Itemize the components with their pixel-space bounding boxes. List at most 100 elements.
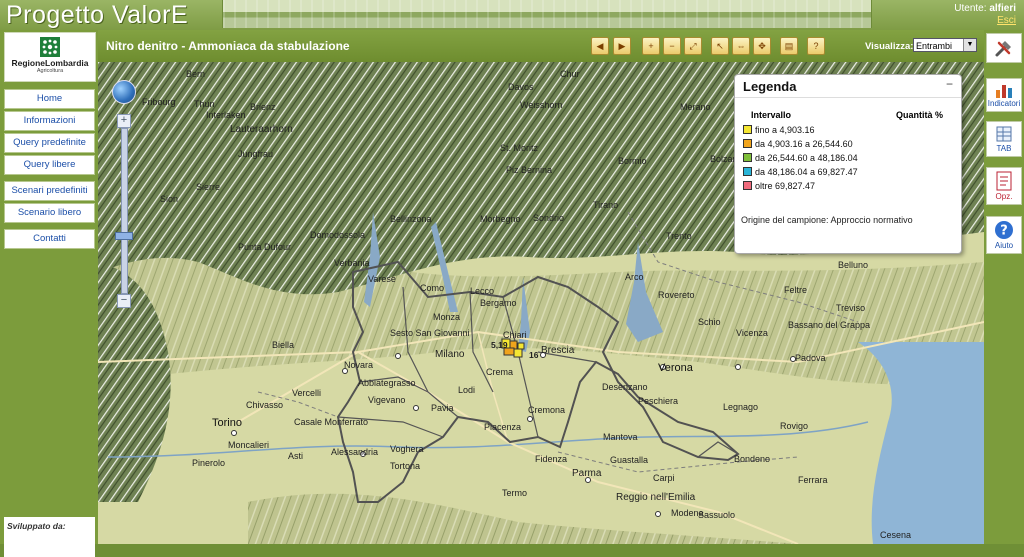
legend-column-interval: Intervallo <box>751 110 792 120</box>
place-label: Como <box>420 283 445 293</box>
svg-text:?: ? <box>1000 224 1008 239</box>
visualizza-selected-value: Entrambi <box>916 41 953 51</box>
opzioni-label: Opz. <box>995 192 1013 201</box>
legend-row: fino a 4,903.16 <box>743 125 815 135</box>
globe-icon[interactable] <box>112 80 136 104</box>
place-label: Lauteraarhorn <box>230 124 293 135</box>
legend-row-label: da 4,903.16 a 26,544.60 <box>755 139 853 149</box>
aiuto-button[interactable]: ? Aiuto <box>986 216 1022 254</box>
menu-item-scenari-predefiniti[interactable]: Scenari predefiniti <box>4 181 95 201</box>
indicatori-label: Indicatori <box>987 99 1021 108</box>
opzioni-button[interactable]: Opz. <box>986 167 1022 205</box>
view-titlebar: Nitro denitro - Ammoniaca da stabulazion… <box>98 30 984 62</box>
zoom-out-icon[interactable]: − <box>663 37 681 55</box>
legend-swatch <box>743 139 752 148</box>
menu-item-contatti[interactable]: Contatti <box>4 229 95 249</box>
place-label: Moncalieri <box>228 440 270 450</box>
menu-item-query-predefinite[interactable]: Query predefinite <box>4 133 95 153</box>
place-label: Bern <box>186 69 206 79</box>
view-title: Nitro denitro - Ammoniaca da stabulazion… <box>106 39 350 53</box>
place-label: Pinerolo <box>192 458 226 468</box>
data-value-label: 16 <box>529 350 539 360</box>
regione-lombardia-logo[interactable]: RegioneLombardia Agricoltura <box>4 32 96 82</box>
developer-credit: Sviluppato da: <box>4 517 95 557</box>
zoom-slider-track[interactable] <box>121 128 128 294</box>
place-label: Brescia <box>541 345 575 356</box>
place-label: Brienz <box>250 102 276 112</box>
measure-icon[interactable]: ⇔ <box>732 37 750 55</box>
place-label: Verona <box>658 362 693 374</box>
menu-item-home[interactable]: Home <box>4 89 95 109</box>
tools-button[interactable] <box>986 33 1022 63</box>
place-label: Varese <box>368 274 396 284</box>
chevron-down-icon[interactable]: ▼ <box>963 39 976 51</box>
place-label: Bellinzona <box>390 214 432 224</box>
app-title: Progetto ValorE <box>6 1 189 29</box>
place-label: Crema <box>486 367 514 377</box>
place-label: Fidenza <box>535 454 568 464</box>
place-label: Belluno <box>838 260 869 270</box>
legend-swatch <box>743 167 752 176</box>
table-icon <box>996 126 1012 142</box>
place-label: Chiari <box>503 330 527 340</box>
place-label: Schio <box>698 317 721 327</box>
collapse-icon[interactable]: − <box>946 77 953 91</box>
place-label: Tortona <box>390 461 421 471</box>
place-label: Bassano del Grappa <box>788 320 871 330</box>
help-icon[interactable]: ? <box>807 37 825 55</box>
legend-row: da 26,544.60 a 48,186.04 <box>743 153 858 163</box>
map-canvas[interactable]: Bern Fribourg Davos Chur Thun Brienz Int… <box>98 62 984 544</box>
place-label: Cesena <box>880 530 912 540</box>
visualizza-select[interactable]: Entrambi ▼ <box>913 38 977 52</box>
legend-origin-text: Origine del campione: Approccio normativ… <box>741 215 913 225</box>
place-label: Legnago <box>723 402 759 412</box>
place-label: Feltre <box>784 285 808 295</box>
back-icon[interactable]: ◀ <box>591 37 609 55</box>
data-value-label: 5,19 <box>491 340 508 350</box>
logo-name: RegioneLombardia <box>11 58 89 68</box>
menu-item-query-libere[interactable]: Query libere <box>4 155 95 175</box>
legend-row-label: fino a 4,903.16 <box>755 125 815 135</box>
legend-title: Legenda <box>743 79 797 94</box>
legend-row: da 4,903.16 a 26,544.60 <box>743 139 853 149</box>
select-arrow-icon[interactable]: ↖ <box>711 37 729 55</box>
user-area: Utente: alfieri Esci <box>954 3 1016 26</box>
zoom-slider-handle[interactable] <box>115 232 133 240</box>
place-label: Trento <box>666 231 692 241</box>
place-label: Termo <box>502 488 528 498</box>
tools-icon <box>995 41 1011 57</box>
place-label: Treviso <box>836 303 866 313</box>
place-label: Sion <box>160 194 179 204</box>
forward-icon[interactable]: ▶ <box>613 37 631 55</box>
place-label: Sondrio <box>533 213 565 223</box>
document-icon[interactable]: ▤ <box>780 37 798 55</box>
zoom-extent-icon[interactable]: ⤢ <box>684 37 702 55</box>
tab-button[interactable]: TAB <box>986 121 1022 157</box>
pan-icon[interactable]: ✥ <box>753 37 771 55</box>
header-banner-image <box>222 0 872 28</box>
place-label: Jungfrau <box>238 149 274 159</box>
place-label: Weisshorn <box>520 100 563 110</box>
menu-item-informazioni[interactable]: Informazioni <box>4 111 95 131</box>
place-label: Tirano <box>593 200 619 210</box>
legend-swatch <box>743 153 752 162</box>
place-label: St. Moritz <box>500 143 539 153</box>
zoom-out-button[interactable]: − <box>117 294 131 308</box>
zoom-in-button[interactable]: + <box>117 114 131 128</box>
indicatori-button[interactable]: Indicatori <box>986 78 1022 112</box>
main-menu: Home Informazioni Query predefinite Quer… <box>4 89 95 251</box>
menu-item-scenario-libero[interactable]: Scenario libero <box>4 203 95 223</box>
place-label: Milano <box>435 349 465 360</box>
legend-row-label: oltre 69,827.47 <box>755 181 816 191</box>
zoom-in-icon[interactable]: + <box>642 37 660 55</box>
place-label: Padova <box>795 353 826 363</box>
logout-link[interactable]: Esci <box>954 15 1016 26</box>
user-label: Utente: <box>954 3 987 14</box>
place-label: Rovereto <box>658 290 695 300</box>
place-label: Peschiera <box>638 396 679 406</box>
place-label: Piz Bernina <box>506 165 553 175</box>
rosa-camuna-icon <box>40 37 60 57</box>
place-label: Punta Dufour <box>238 242 292 252</box>
place-label: Casale Monferrato <box>294 417 369 427</box>
place-label: Abbiategrasso <box>358 378 416 388</box>
